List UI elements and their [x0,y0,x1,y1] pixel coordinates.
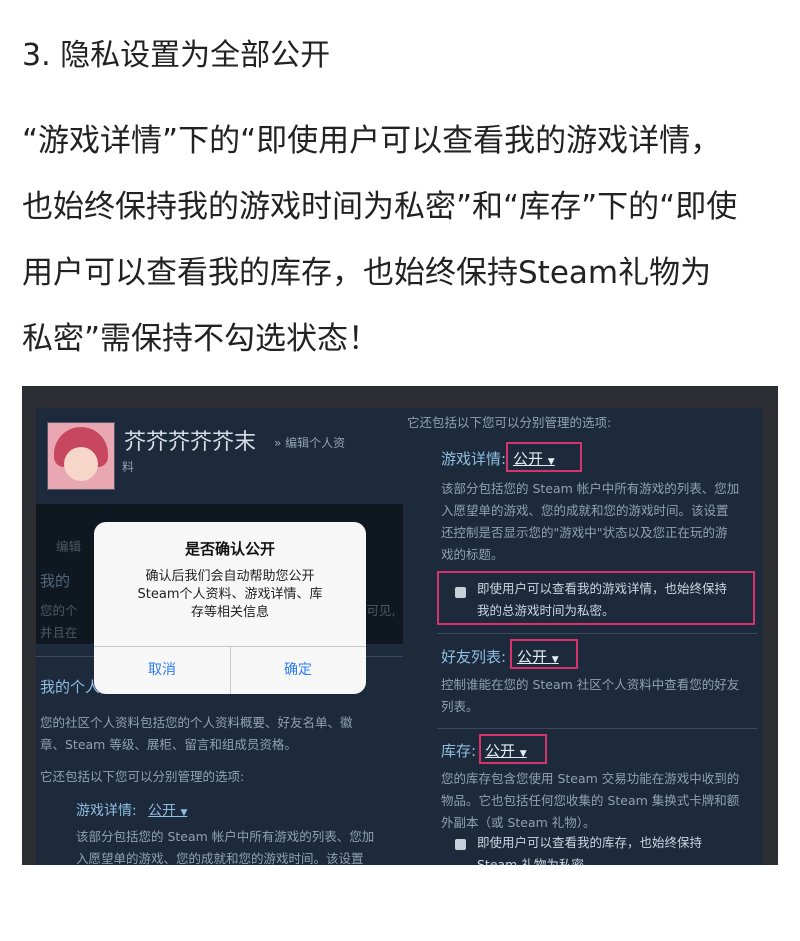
game-desc: 该部分包括您的 Steam 帐户中所有游戏的列表、您加 [76,829,375,844]
right-panel: 它还包括以下您可以分别管理的选项: 游戏详情: 公开 ▼ 该部分包括您的 Ste… [403,408,763,865]
also-includes-text: 它还包括以下您可以分别管理的选项: [40,769,245,784]
left-panel: 芥芥芥芥芥末 » 编辑个人资 料 编辑 我的 您的个 公可见, 并且在 我的个人… [36,408,415,865]
game-desc: 该部分包括您的 Steam 帐户中所有游戏的列表、您加 [441,481,740,496]
checkbox-label: 即使用户可以查看我的游戏详情，也始终保持 [477,581,728,596]
inventory-desc: 您的库存包含您使用 Steam 交易功能在游戏中收到的 [441,771,740,786]
game-desc: 戏的标题。 [441,547,504,562]
dialog-title: 是否确认公开 [184,540,275,558]
step-title: 3. 隐私设置为全部公开 [22,38,331,73]
chevron-down-icon: ▼ [551,655,559,665]
friends-dropdown[interactable]: 公开 ▼ [517,646,559,667]
confirm-button[interactable]: 确定 [230,646,366,694]
instruction-paragraph: “游戏详情”下的“即使用户可以查看我的游戏详情， 也始终保持我的游戏时间为私密”… [22,108,782,372]
confirm-dialog: 是否确认公开 确认后我们会自动帮助您公开 Steam个人资料、游戏详情、库 存等… [94,522,366,694]
divider [437,633,757,634]
checkbox-label: Steam 礼物为私密。 [477,857,597,865]
profile-desc: 章、Steam 等级、展柜、留言和组成员资格。 [40,737,297,752]
steam-screenshot: 芥芥芥芥芥末 » 编辑个人资 料 编辑 我的 您的个 公可见, 并且在 我的个人… [22,386,778,865]
edit-profile-link[interactable]: » 编辑个人资 [274,434,345,451]
avatar [47,422,115,490]
cancel-button[interactable]: 取消 [94,646,230,694]
inventory-desc: 外副本（或 Steam 礼物）。 [441,815,596,830]
chevron-down-icon: ▼ [180,808,188,818]
paragraph-line: 私密”需保持不勾选状态！ [22,321,380,357]
inventory-label: 库存: [441,742,477,760]
friends-desc: 控制谁能在您的 Steam 社区个人资料中查看您的好友 [441,677,740,692]
paragraph-line: 也始终保持我的游戏时间为私密”和“库存”下的“即使 [22,189,738,225]
also-includes-text: 它还包括以下您可以分别管理的选项: [407,415,612,430]
checkbox-label: 我的总游戏时间为私密。 [477,603,615,618]
game-details-dropdown[interactable]: 公开 ▼ [148,800,187,820]
game-desc: 入愿望单的游戏、您的成就和您的游戏时间。该设置 [441,503,729,518]
paragraph-line: 用户可以查看我的库存，也始终保持Steam礼物为 [22,255,712,291]
edit-profile-link-cont[interactable]: 料 [122,458,134,475]
game-details-label: 游戏详情: [441,450,507,468]
chevron-down-icon: ▼ [547,457,555,467]
divider [437,728,757,729]
gift-private-checkbox[interactable] [455,839,466,850]
inventory-desc: 物品。它也包括任何您收集的 Steam 集换式卡牌和额 [441,793,740,808]
game-desc: 还控制是否显示您的"游戏中"状态以及您正在玩的游 [441,525,728,540]
checkbox-label: 即使用户可以查看我的库存，也始终保持 [477,835,703,850]
friends-label: 好友列表: [441,648,507,666]
game-details-label: 游戏详情: [76,803,137,819]
dialog-message: 确认后我们会自动帮助您公开 Steam个人资料、游戏详情、库 存等相关信息 [137,569,323,620]
game-time-private-checkbox[interactable] [455,587,466,598]
paragraph-line: “游戏详情”下的“即使用户可以查看我的游戏详情， [22,123,722,159]
inventory-dropdown[interactable]: 公开 ▼ [485,740,527,761]
chevron-down-icon: ▼ [519,749,527,759]
friends-desc: 列表。 [441,699,479,714]
username: 芥芥芥芥芥末 [124,430,257,455]
profile-desc: 您的社区个人资料包括您的个人资料概要、好友名单、徽 [40,715,353,730]
game-details-dropdown[interactable]: 公开 ▼ [513,448,555,469]
game-desc: 入愿望单的游戏、您的成就和您的游戏时间。该设置 [76,851,364,865]
